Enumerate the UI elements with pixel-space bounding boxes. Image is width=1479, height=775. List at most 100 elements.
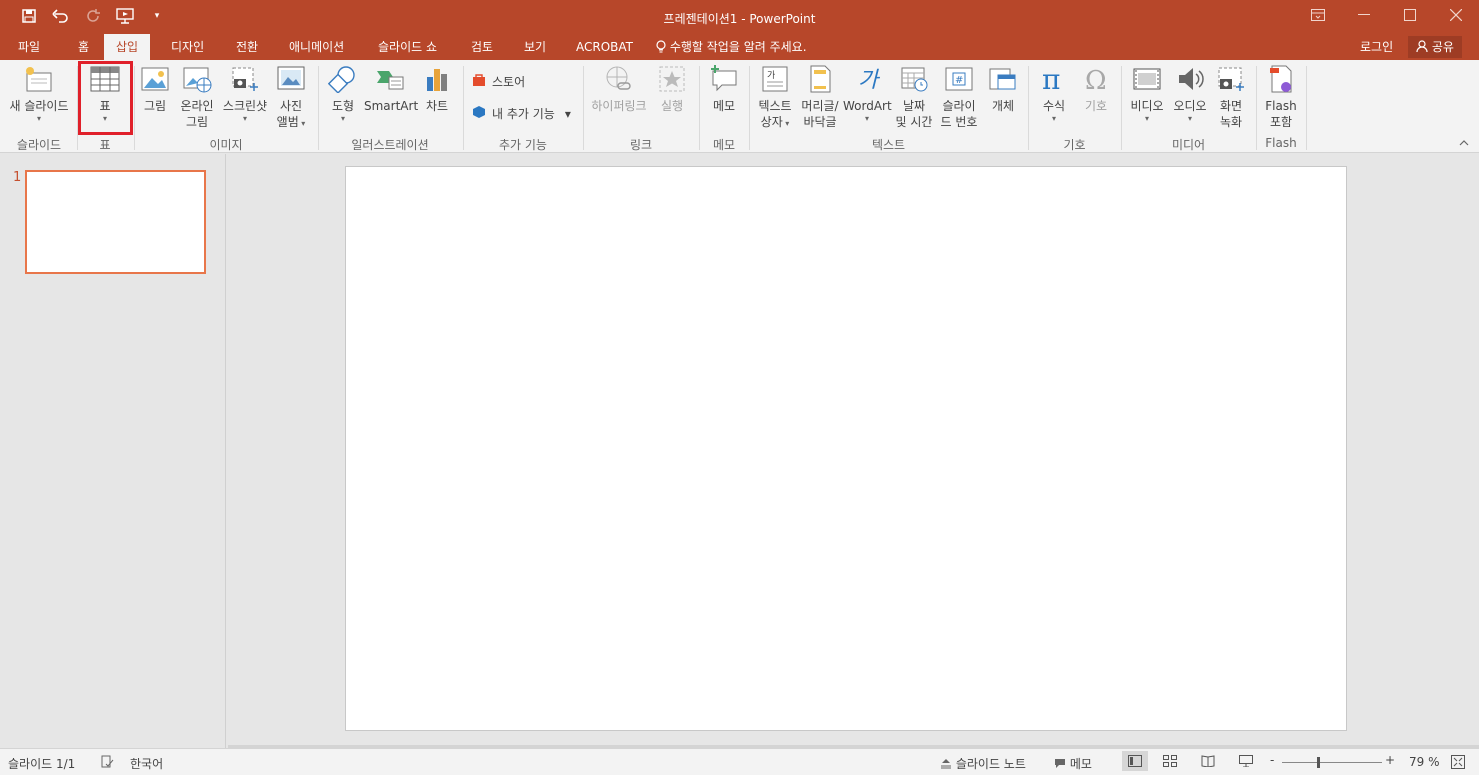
embed-flash-button[interactable]: Flash 포함 [1261, 64, 1301, 130]
ribbon-display-options-icon[interactable] [1295, 0, 1341, 30]
pictures-button[interactable]: 그림 [138, 64, 172, 114]
collapse-ribbon-icon[interactable] [1459, 138, 1469, 149]
store-label: 스토어 [492, 75, 526, 89]
group-label-media: 미디어 [1171, 138, 1206, 152]
slideshow-view-icon[interactable] [1239, 755, 1253, 770]
flash-label-1: Flash [1265, 99, 1297, 113]
group-label-flash: Flash [1265, 136, 1297, 150]
tell-me-box[interactable]: 수행할 작업을 알려 주세요. [656, 34, 807, 60]
screen-recording-button[interactable]: 화면 녹화 [1212, 64, 1250, 130]
hyperlink-button[interactable]: 하이퍼링크 [588, 64, 650, 114]
minimize-icon[interactable] [1341, 0, 1387, 30]
title-bar: ▾ 프레젠테이션1 - PowerPoint [0, 0, 1479, 34]
maximize-icon[interactable] [1387, 0, 1433, 30]
tab-view[interactable]: 보기 [512, 34, 558, 60]
equation-label: 수식 [1042, 99, 1066, 113]
date-time-button[interactable]: 날짜 및 시간 [893, 64, 935, 130]
comments-toggle[interactable]: 메모 [1054, 755, 1092, 772]
slide-number-label-1: 슬라이 [942, 99, 976, 113]
symbol-label: 기호 [1084, 99, 1108, 113]
share-label: 공유 [1431, 40, 1454, 54]
ribbon-tabs: 파일 홈 삽입 디자인 전환 애니메이션 슬라이드 쇼 검토 보기 ACROBA… [0, 34, 1479, 60]
tab-home[interactable]: 홈 [66, 34, 101, 60]
reading-view-icon[interactable] [1201, 755, 1215, 770]
tab-transitions[interactable]: 전환 [224, 34, 270, 60]
online-pictures-button[interactable]: 온라인 그림 [176, 64, 218, 130]
group-label-addins: 추가 기능 [499, 138, 547, 152]
new-slide-icon [23, 64, 55, 94]
new-slide-button[interactable]: 새 슬라이드 ▾ [6, 64, 72, 124]
textbox-label-1: 텍스트 [758, 99, 792, 113]
login-link[interactable]: 로그인 [1360, 34, 1393, 60]
pictures-label: 그림 [143, 99, 167, 113]
chart-button[interactable]: 차트 [420, 64, 454, 114]
audio-button[interactable]: 오디오 ▾ [1169, 64, 1211, 124]
wordart-button[interactable]: 가 WordArt ▾ [843, 64, 892, 124]
svg-text:가: 가 [767, 70, 775, 81]
share-button[interactable]: 공유 [1408, 36, 1462, 58]
slide-sorter-view-icon[interactable] [1163, 755, 1177, 770]
table-button-highlight [78, 61, 133, 135]
action-button[interactable]: 실행 [654, 64, 690, 114]
online-pictures-label-1: 온라인 [180, 99, 214, 113]
shapes-button[interactable]: 도형 ▾ [326, 64, 360, 124]
equation-button[interactable]: π 수식 ▾ [1036, 64, 1072, 124]
zoom-slider-track[interactable] [1282, 762, 1382, 763]
flash-label-2: 포함 [1269, 115, 1293, 129]
notes-toggle[interactable]: 슬라이드 노트 [940, 755, 1026, 772]
screenshot-button[interactable]: 스크린샷 ▾ [220, 64, 270, 124]
screenshot-label: 스크린샷 [222, 99, 268, 113]
spell-check-icon[interactable] [100, 755, 114, 772]
tab-animations[interactable]: 애니메이션 [277, 34, 356, 60]
photo-album-label-1: 사진 [279, 99, 303, 113]
slide-thumbnail[interactable] [25, 170, 206, 274]
action-label: 실행 [660, 99, 684, 113]
comment-button[interactable]: 메모 [706, 64, 742, 114]
tab-review[interactable]: 검토 [459, 34, 505, 60]
normal-view-icon[interactable] [1122, 751, 1148, 771]
language-indicator[interactable]: 한국어 [130, 755, 163, 772]
comment-icon [1054, 757, 1070, 771]
pi-icon: π [1038, 64, 1070, 94]
object-button[interactable]: 개체 [985, 64, 1021, 114]
video-button[interactable]: 비디오 ▾ [1126, 64, 1168, 124]
svg-text:#: # [955, 75, 963, 86]
header-footer-button[interactable]: 머리글/ 바닥글 [798, 64, 842, 130]
textbox-button[interactable]: 가 텍스트 상자 ▾ [754, 64, 796, 130]
group-label-links: 링크 [629, 138, 653, 152]
textbox-icon: 가 [759, 64, 791, 94]
tell-me-text: 수행할 작업을 알려 주세요. [669, 40, 807, 54]
action-star-icon [656, 64, 688, 94]
window-controls [1295, 0, 1479, 30]
online-pictures-label-2: 그림 [185, 115, 209, 129]
my-addins-button[interactable]: 내 추가 기능 ▾ [472, 105, 571, 122]
store-icon [472, 73, 486, 90]
slide-thumbnail-pane: 1 [0, 154, 226, 748]
zoom-in-button[interactable]: + [1385, 753, 1395, 767]
tab-insert[interactable]: 삽입 [104, 34, 151, 60]
zoom-level[interactable]: 79 % [1409, 755, 1440, 769]
slide-position: 슬라이드 1/1 [8, 757, 76, 771]
close-icon[interactable] [1433, 0, 1479, 30]
date-time-label-1: 날짜 [902, 99, 926, 113]
photo-album-button[interactable]: 사진 앨범 ▾ [272, 64, 310, 130]
store-button[interactable]: 스토어 [472, 73, 525, 90]
hyperlink-icon [603, 64, 635, 94]
tab-file[interactable]: 파일 [6, 34, 52, 60]
fit-slide-icon[interactable] [1451, 755, 1465, 772]
zoom-slider-thumb[interactable] [1317, 757, 1320, 768]
smartart-button[interactable]: SmartArt [364, 64, 418, 114]
symbol-button[interactable]: Ω 기호 [1078, 64, 1114, 114]
audio-label: 오디오 [1173, 99, 1207, 113]
group-label-slides: 슬라이드 [16, 138, 62, 152]
group-label-illustrations: 일러스트레이션 [351, 138, 429, 152]
tab-slideshow[interactable]: 슬라이드 쇼 [366, 34, 449, 60]
group-label-text: 텍스트 [871, 138, 906, 152]
lightbulb-icon [656, 40, 670, 54]
tab-design[interactable]: 디자인 [159, 34, 216, 60]
zoom-out-button[interactable]: - [1270, 753, 1274, 767]
header-footer-label-1: 머리글/ [801, 99, 839, 113]
slide-canvas[interactable] [345, 166, 1347, 731]
slide-number-button[interactable]: # 슬라이 드 번호 [937, 64, 981, 130]
tab-acrobat[interactable]: ACROBAT [564, 34, 645, 60]
